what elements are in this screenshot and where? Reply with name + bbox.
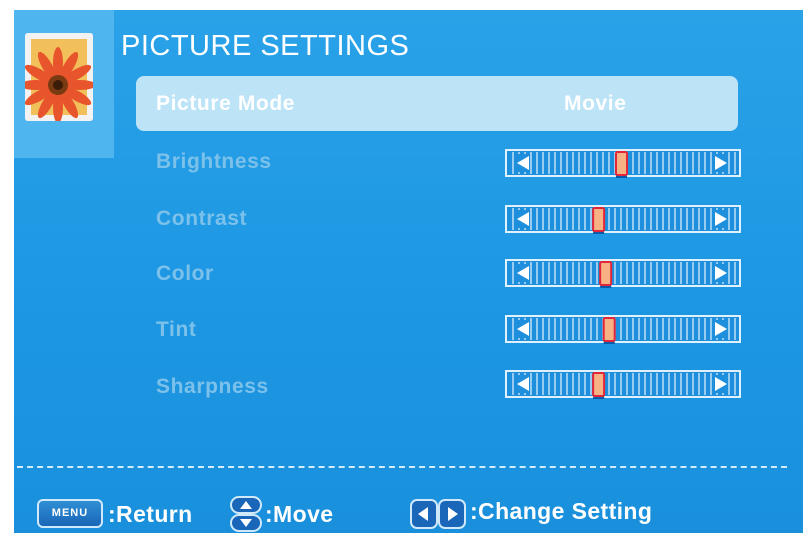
sharpness-slider[interactable] <box>505 367 741 401</box>
slider-handle <box>602 317 616 342</box>
picture-mode-value[interactable]: Movie <box>564 92 627 116</box>
picture-mode-label: Picture Mode <box>156 92 296 115</box>
change-setting-hint: :Change Setting <box>470 498 653 524</box>
slider-handle <box>592 372 606 397</box>
sharpness-label: Sharpness <box>156 375 269 398</box>
move-hint: :Move <box>265 501 334 527</box>
menu-key-icon: MENU <box>37 499 103 528</box>
tint-label: Tint <box>156 318 197 341</box>
color-slider[interactable] <box>505 256 741 290</box>
brightness-label: Brightness <box>156 150 272 173</box>
slider-handle <box>592 207 606 232</box>
page-title: PICTURE SETTINGS <box>121 30 410 62</box>
contrast-label: Contrast <box>156 207 248 230</box>
brightness-slider[interactable] <box>505 146 741 180</box>
contrast-slider[interactable] <box>505 202 741 236</box>
footer-divider <box>17 466 787 468</box>
return-hint: :Return <box>108 501 193 527</box>
tint-slider[interactable] <box>505 312 741 346</box>
left-right-arrows-icon <box>410 499 466 529</box>
up-down-arrows-icon <box>229 496 263 532</box>
color-label: Color <box>156 262 214 285</box>
picture-flower-icon <box>25 33 93 121</box>
slider-handle <box>599 261 613 286</box>
slider-handle <box>615 151 628 176</box>
